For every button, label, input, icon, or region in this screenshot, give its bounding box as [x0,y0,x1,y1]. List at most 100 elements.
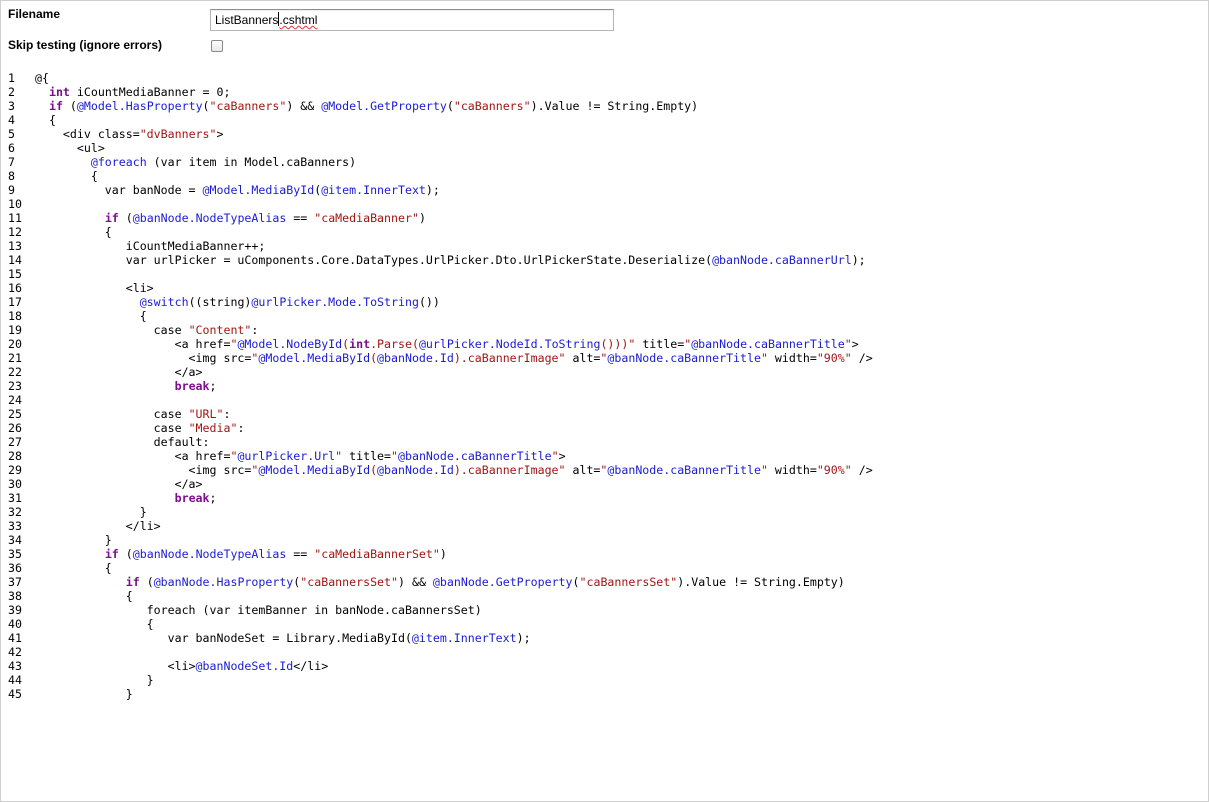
line-source: int iCountMediaBanner = 0; [48,85,231,99]
line-source: @foreach (var item in Model.caBanners) [90,155,357,169]
line-number: 33 [8,519,22,533]
filename-text-base: ListBanners [215,13,279,27]
code-line: 19 case "Content": [1,323,1209,337]
line-number: 15 [8,267,22,281]
line-number: 36 [8,561,22,575]
code-line: 34 } [1,533,1209,547]
code-line: 24 [1,393,1209,407]
line-source: if (@banNode.NodeTypeAlias == "caMediaBa… [104,547,447,561]
line-source: <li>@banNodeSet.Id</li> [35,659,329,673]
code-line: 18 { [1,309,1209,323]
code-line: 36 { [1,561,1209,575]
line-source: } [35,673,154,687]
code-line: 33 </li> [1,519,1209,533]
code-line: 35 if (@banNode.NodeTypeAlias == "caMedi… [1,547,1209,561]
line-number: 35 [8,547,22,561]
filename-text: ListBanners.cshtml [215,12,317,27]
code-line: 26 case "Media": [1,421,1209,435]
line-source: { [35,561,112,575]
line-source: case "URL": [35,407,231,421]
code-line: 2 int iCountMediaBanner = 0; [1,85,1209,99]
code-line: 8 { [1,169,1209,183]
code-line: 5 <div class="dvBanners"> [1,127,1209,141]
code-line: 27 default: [1,435,1209,449]
code-line: 17 @switch((string)@urlPicker.Mode.ToStr… [1,295,1209,309]
line-number: 45 [8,687,22,701]
code-line: 15 [1,267,1209,281]
line-number: 32 [8,505,22,519]
skip-testing-checkbox[interactable] [211,40,223,52]
line-source: <div class="dvBanners"> [35,127,224,141]
code-editor[interactable]: 1 @{2 int iCountMediaBanner = 0; 3 if (@Mo… [1,71,1209,701]
filename-input[interactable]: ListBanners.cshtml [210,9,614,31]
code-line: 23 break; [1,379,1209,393]
line-source: break; [174,491,217,505]
line-number: 26 [8,421,22,435]
line-number: 27 [8,435,22,449]
line-source: if (@banNode.HasProperty("caBannersSet")… [125,575,845,589]
line-source: break; [174,379,217,393]
code-line: 20 <a href="@Model.NodeById(int.Parse(@u… [1,337,1209,351]
line-number: 37 [8,575,22,589]
line-source: @switch((string)@urlPicker.Mode.ToString… [139,295,440,309]
line-number: 6 [8,141,15,155]
line-number: 17 [8,295,22,309]
line-source: { [35,309,147,323]
line-source: <img src="@Model.MediaById(@banNode.Id).… [35,463,873,477]
code-line: 28 <a href="@urlPicker.Url" title="@banN… [1,449,1209,463]
template-editor-panel: Filename ListBanners.cshtml Skip testing… [0,0,1209,802]
code-line: 21 <img src="@Model.MediaById(@banNode.I… [1,351,1209,365]
code-line: 7 @foreach (var item in Model.caBanners) [1,155,1209,169]
code-line: 10 [1,197,1209,211]
code-line: 9 var banNode = @Model.MediaById(@item.I… [1,183,1209,197]
code-line: 41 var banNodeSet = Library.MediaById(@i… [1,631,1209,645]
line-number: 29 [8,463,22,477]
line-source: </a> [35,477,203,491]
line-number: 2 [8,85,15,99]
code-line: 44 } [1,673,1209,687]
line-number: 40 [8,617,22,631]
line-source: default: [35,435,210,449]
line-source: var banNode = @Model.MediaById(@item.Inn… [35,183,440,197]
line-source: if (@banNode.NodeTypeAlias == "caMediaBa… [104,211,426,225]
code-line: 43 <li>@banNodeSet.Id</li> [1,659,1209,673]
line-number: 14 [8,253,22,267]
line-number: 39 [8,603,22,617]
code-line: 3 if (@Model.HasProperty("caBanners") &&… [1,99,1209,113]
line-number: 18 [8,309,22,323]
line-source: { [35,225,112,239]
code-line: 40 { [1,617,1209,631]
code-line: 6 <ul> [1,141,1209,155]
line-number: 5 [8,127,15,141]
line-number: 31 [8,491,22,505]
code-line: 1 @{ [1,71,1209,85]
line-number: 34 [8,533,22,547]
line-source: { [35,589,133,603]
line-source: if (@Model.HasProperty("caBanners") && @… [48,99,699,113]
line-number: 25 [8,407,22,421]
line-number: 3 [8,99,15,113]
line-number: 38 [8,589,22,603]
line-source: var banNodeSet = Library.MediaById(@item… [35,631,531,645]
code-line: 14 var urlPicker = uComponents.Core.Data… [1,253,1209,267]
code-line: 38 { [1,589,1209,603]
line-source: <ul> [35,141,105,155]
line-number: 42 [8,645,22,659]
line-source: } [35,505,147,519]
line-number: 41 [8,631,22,645]
line-number: 1 [8,71,15,85]
code-line: 22 </a> [1,365,1209,379]
code-line: 45 } [1,687,1209,701]
line-source: { [35,169,98,183]
code-line: 11 if (@banNode.NodeTypeAlias == "caMedi… [1,211,1209,225]
code-line: 32 } [1,505,1209,519]
line-number: 9 [8,183,15,197]
line-number: 4 [8,113,15,127]
line-number: 16 [8,281,22,295]
line-source: <a href="@Model.NodeById(int.Parse(@urlP… [35,337,859,351]
code-line: 31 break; [1,491,1209,505]
line-source: </li> [35,519,161,533]
code-line: 42 [1,645,1209,659]
line-source: @{ [35,71,49,85]
line-number: 43 [8,659,22,673]
